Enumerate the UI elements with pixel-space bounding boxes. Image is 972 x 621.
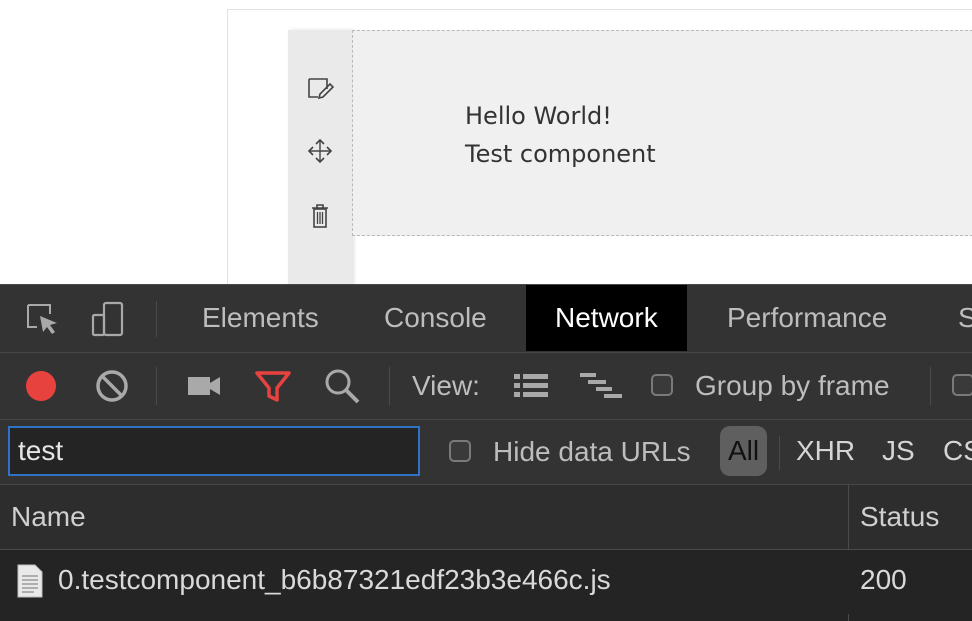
tab-performance[interactable]: Performance — [727, 285, 887, 351]
component-line-1: Hello World! — [465, 102, 612, 130]
component-line-2: Test component — [465, 140, 656, 168]
hide-data-urls-checkbox[interactable] — [449, 440, 471, 462]
devtools-panel: Elements Console Network Performance S V… — [0, 284, 972, 621]
filter-bar: Hide data URLs All XHR JS CS — [0, 420, 972, 485]
filter-separator — [779, 436, 780, 470]
hide-data-urls-label: Hide data URLs — [493, 436, 691, 467]
column-name[interactable]: Name — [11, 485, 86, 549]
preserve-log-checkbox[interactable] — [952, 374, 972, 396]
filter-input[interactable] — [8, 426, 420, 476]
tab-console[interactable]: Console — [384, 285, 487, 351]
request-table-header: Name Status — [0, 485, 972, 550]
filter-icon[interactable] — [252, 365, 294, 407]
group-by-frame-checkbox[interactable] — [651, 374, 673, 396]
group-by-frame-label: Group by frame — [695, 370, 890, 401]
controls-separator-2 — [389, 367, 390, 405]
record-icon[interactable] — [20, 365, 62, 407]
type-filter-css[interactable]: CS — [943, 426, 972, 476]
tab-network[interactable]: Network — [526, 285, 687, 351]
edit-icon[interactable] — [306, 75, 334, 103]
component-content: Hello World! Test component — [465, 97, 656, 173]
tabbar-separator — [156, 301, 157, 337]
document-file-icon — [16, 564, 44, 603]
clear-icon[interactable] — [91, 365, 133, 407]
tab-sources-truncated[interactable]: S — [958, 285, 972, 351]
component-preview[interactable]: Hello World! Test component — [352, 30, 972, 236]
controls-separator-3 — [930, 367, 931, 405]
trash-icon[interactable] — [306, 202, 334, 230]
device-toolbar-icon[interactable] — [90, 301, 126, 337]
view-label: View: — [412, 370, 480, 401]
table-row[interactable]: 0.testcomponent_b6b87321edf23b3e466c.js … — [0, 550, 972, 614]
component-toolbar — [288, 30, 352, 300]
tab-elements[interactable]: Elements — [202, 285, 319, 351]
screenshot-camera-icon[interactable] — [183, 365, 225, 407]
search-icon[interactable] — [321, 365, 363, 407]
controls-separator — [156, 367, 157, 405]
type-filter-js[interactable]: JS — [882, 426, 915, 476]
column-status[interactable]: Status — [860, 485, 939, 549]
type-filter-xhr[interactable]: XHR — [796, 426, 855, 476]
request-name: 0.testcomponent_b6b87321edf23b3e466c.js — [58, 564, 611, 595]
network-toolbar: View: Group by frame — [0, 353, 972, 420]
waterfall-icon[interactable] — [580, 365, 622, 407]
inspect-element-icon[interactable] — [24, 301, 60, 337]
request-status: 200 — [860, 564, 907, 595]
move-icon[interactable] — [306, 137, 334, 165]
large-rows-icon[interactable] — [510, 365, 552, 407]
devtools-tabbar: Elements Console Network Performance S — [0, 285, 972, 353]
type-filter-all[interactable]: All — [720, 426, 768, 476]
